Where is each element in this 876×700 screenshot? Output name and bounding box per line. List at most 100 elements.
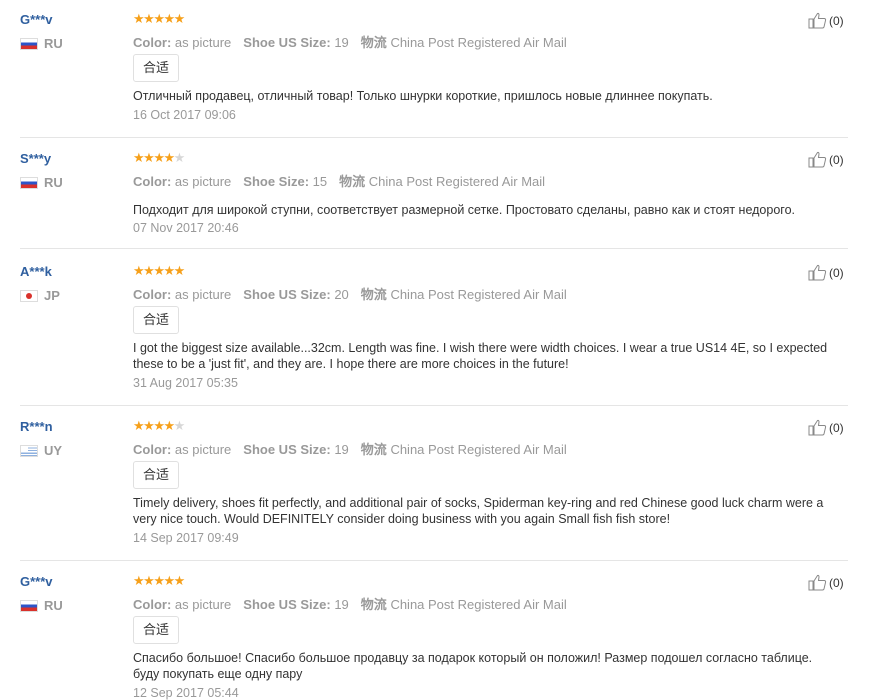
star-filled-icon: ★: [133, 418, 145, 433]
thumbs-up-icon: [808, 151, 827, 168]
star-filled-icon: ★: [153, 418, 165, 433]
reviewer-name[interactable]: G***v: [20, 574, 53, 589]
size-value: 15: [312, 174, 328, 189]
star-rating: ★★★★★: [133, 573, 186, 588]
size-label: Shoe US Size:: [243, 442, 331, 457]
star-rating: ★★★★★: [133, 150, 186, 165]
thumbs-up-icon: [808, 12, 827, 29]
helpful-count: (0): [829, 13, 844, 28]
star-rating: ★★★★★: [133, 418, 186, 433]
star-filled-icon: ★: [133, 11, 145, 26]
review-date: 14 Sep 2017 09:49: [133, 531, 239, 545]
star-filled-icon: ★: [173, 573, 186, 588]
helpful-button[interactable]: (0): [808, 12, 844, 29]
star-filled-icon: ★: [143, 11, 155, 26]
review-date: 16 Oct 2017 09:06: [133, 108, 236, 122]
shipping-value: China Post Registered Air Mail: [390, 287, 567, 302]
helpful-button[interactable]: (0): [808, 264, 844, 281]
color-value: as picture: [174, 597, 232, 612]
reviewer-name[interactable]: R***n: [20, 419, 53, 434]
color-label: Color:: [133, 442, 172, 457]
color-value: as picture: [174, 174, 232, 189]
country-flag-icon: [20, 599, 38, 612]
review-text: I got the biggest size available...32cm.…: [133, 341, 828, 371]
review-divider: [20, 248, 848, 249]
shipping-value: China Post Registered Air Mail: [390, 597, 567, 612]
review-divider: [20, 137, 848, 138]
reviewer-name[interactable]: S***y: [20, 151, 51, 166]
thumbs-up-icon: [808, 419, 827, 436]
helpful-button[interactable]: (0): [808, 574, 844, 591]
helpful-count: (0): [829, 420, 844, 435]
star-empty-icon: ★: [173, 150, 186, 165]
country-flag-icon: [20, 37, 38, 50]
reviewer-country: UY: [20, 443, 62, 458]
review-tag: 合适: [133, 461, 180, 489]
country-code: UY: [44, 443, 63, 458]
shipping-label: 物流: [339, 174, 366, 189]
helpful-count: (0): [829, 152, 844, 167]
review-text: Timely delivery, shoes fit perfectly, an…: [133, 496, 824, 526]
review-tag: 合适: [133, 54, 180, 82]
country-flag-icon: [20, 444, 38, 457]
review-date: 31 Aug 2017 05:35: [133, 376, 238, 390]
shipping-value: China Post Registered Air Mail: [390, 35, 567, 50]
review-attributes: Color: as picture Shoe US Size: 19 物流 Chin…: [133, 32, 567, 51]
size-label: Shoe US Size:: [243, 287, 331, 302]
review-date: 12 Sep 2017 05:44: [133, 686, 239, 700]
shipping-label: 物流: [360, 597, 387, 612]
shipping-label: 物流: [360, 442, 387, 457]
star-filled-icon: ★: [143, 573, 155, 588]
review-tag: 合适: [133, 616, 180, 644]
review-date: 07 Nov 2017 20:46: [133, 221, 239, 235]
size-value: 20: [334, 287, 349, 302]
helpful-button[interactable]: (0): [808, 419, 844, 436]
size-value: 19: [334, 442, 349, 457]
star-filled-icon: ★: [133, 263, 145, 278]
reviewer-country: JP: [20, 288, 60, 303]
reviewer-name[interactable]: G***v: [20, 12, 53, 27]
star-empty-icon: ★: [173, 418, 186, 433]
review-divider: [20, 560, 848, 561]
star-filled-icon: ★: [153, 573, 165, 588]
size-label: Shoe US Size:: [243, 597, 331, 612]
reviewer-country: RU: [20, 175, 63, 190]
review-attributes: Color: as picture Shoe US Size: 19 物流 Chin…: [133, 439, 567, 458]
star-filled-icon: ★: [143, 263, 155, 278]
helpful-button[interactable]: (0): [808, 151, 844, 168]
review-text: Спасибо большое! Спасибо большое продавц…: [133, 651, 813, 681]
color-label: Color:: [133, 174, 172, 189]
thumbs-up-icon: [808, 264, 827, 281]
star-filled-icon: ★: [163, 573, 175, 588]
star-filled-icon: ★: [153, 150, 165, 165]
reviewer-name[interactable]: A***k: [20, 264, 52, 279]
star-filled-icon: ★: [133, 150, 145, 165]
star-filled-icon: ★: [153, 263, 165, 278]
star-filled-icon: ★: [173, 263, 186, 278]
color-value: as picture: [174, 35, 232, 50]
review-divider: [20, 405, 848, 406]
reviewer-country: RU: [20, 598, 63, 613]
review-attributes: Color: as picture Shoe Size: 15 物流 China P…: [133, 171, 545, 190]
star-filled-icon: ★: [163, 263, 175, 278]
country-code: RU: [44, 36, 63, 51]
country-flag-icon: [20, 176, 38, 189]
reviewer-country: RU: [20, 36, 63, 51]
star-filled-icon: ★: [153, 11, 165, 26]
size-value: 19: [334, 35, 349, 50]
star-filled-icon: ★: [163, 11, 175, 26]
size-label: Shoe US Size:: [243, 35, 331, 50]
review-attributes: Color: as picture Shoe US Size: 19 物流 Chin…: [133, 594, 567, 613]
color-value: as picture: [174, 442, 232, 457]
country-code: RU: [44, 598, 63, 613]
star-filled-icon: ★: [143, 418, 155, 433]
size-value: 19: [334, 597, 349, 612]
star-filled-icon: ★: [163, 418, 175, 433]
shipping-value: China Post Registered Air Mail: [368, 174, 546, 189]
review-text: Отличный продавец, отличный товар! Тольк…: [133, 89, 713, 103]
review-tag: 合适: [133, 306, 180, 334]
country-code: JP: [44, 288, 60, 303]
size-label: Shoe Size:: [243, 174, 310, 189]
color-label: Color:: [133, 597, 172, 612]
country-code: RU: [44, 175, 63, 190]
